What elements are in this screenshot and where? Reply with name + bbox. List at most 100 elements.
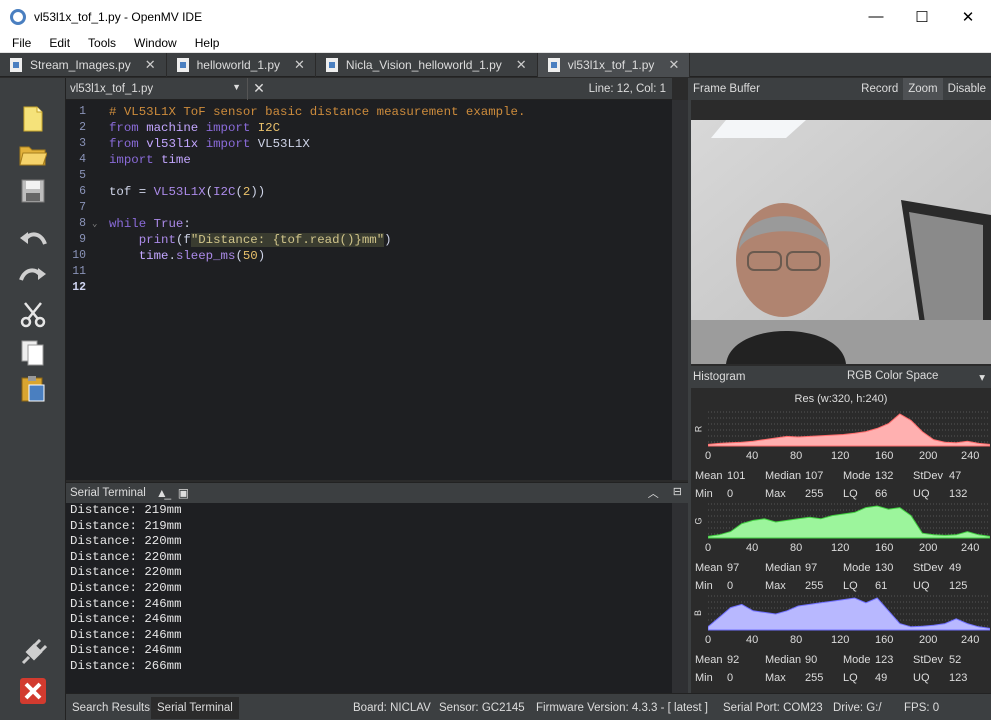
window-title: vl53l1x_tof_1.py - OpenMV IDE [34, 9, 203, 24]
histogram-area [708, 597, 990, 631]
tab-serial-terminal[interactable]: Serial Terminal [151, 697, 239, 719]
terminal-header: Serial Terminal ▲̲ ▣ ︿ ⊟ [66, 482, 688, 503]
tab-search-results[interactable]: Search Results [66, 697, 156, 719]
serial-port-info[interactable]: Serial Port: COM23 [723, 697, 823, 719]
status-bar: Search Results Serial Terminal Board: NI… [66, 693, 991, 720]
stat-value-lq: 61 [875, 580, 888, 592]
axis-tick-label: 120 [831, 450, 850, 462]
new-file-icon[interactable] [18, 104, 48, 134]
stat-value-max: 255 [805, 488, 824, 500]
python-file-icon [176, 58, 189, 72]
tab-vl53l1x[interactable]: vl53l1x_tof_1.py ✕ [537, 53, 691, 77]
redo-icon[interactable] [18, 262, 48, 292]
menu-window[interactable]: Window [128, 36, 183, 50]
open-folder-icon[interactable] [18, 140, 48, 170]
tab-helloworld[interactable]: helloworld_1.py ✕ [167, 53, 316, 77]
menu-tools[interactable]: Tools [82, 36, 122, 50]
stat-value-lq: 66 [875, 488, 888, 500]
colorspace-label: RGB Color Space [847, 370, 939, 382]
copy-icon[interactable] [18, 338, 48, 368]
cut-icon[interactable] [18, 300, 48, 330]
sensor-info[interactable]: Sensor: GC2145 [439, 697, 525, 719]
stat-value-mean: 101 [727, 470, 746, 482]
code-line: time.sleep_ms(50) [138, 249, 266, 263]
clear-terminal-icon[interactable]: ▲̲ [156, 486, 168, 500]
frame-buffer-view [691, 100, 991, 364]
python-file-icon [325, 58, 338, 72]
stop-icon[interactable] [18, 676, 48, 706]
stat-label-stdev: StDev [913, 470, 943, 482]
editor-scrollbar[interactable] [672, 100, 688, 480]
menu-help[interactable]: Help [189, 36, 226, 50]
stat-value-stdev: 49 [949, 562, 962, 574]
terminal-line: Distance: 246mm [70, 643, 182, 658]
tab-close-icon[interactable]: ✕ [668, 57, 679, 73]
stat-label-stdev: StDev [913, 562, 943, 574]
tab-label: helloworld_1.py [196, 58, 281, 72]
maximize-button[interactable]: ☐ [899, 0, 945, 33]
stat-value-median: 97 [805, 562, 818, 574]
undo-icon[interactable] [18, 226, 48, 256]
tab-close-icon[interactable]: ✕ [516, 57, 527, 73]
tab-close-icon[interactable]: ✕ [294, 57, 305, 73]
stat-label-mean: Mean [695, 562, 723, 574]
firmware-info[interactable]: Firmware Version: 4.3.3 - [ latest ] [536, 697, 708, 719]
chevron-up-icon[interactable]: ︿ [648, 485, 659, 501]
stat-value-stdev: 47 [949, 470, 962, 482]
code-line: # VL53L1X ToF sensor basic distance meas… [109, 105, 526, 119]
close-file-button[interactable]: ✕ [248, 80, 270, 97]
stat-value-lq: 49 [875, 672, 888, 684]
paste-icon[interactable] [18, 374, 48, 404]
tab-nicla-helloworld[interactable]: Nicla_Vision_helloworld_1.py ✕ [316, 53, 538, 77]
record-button[interactable]: Record [856, 78, 903, 100]
stat-value-max: 255 [805, 580, 824, 592]
disable-button[interactable]: Disable [943, 78, 991, 100]
tab-stream-images[interactable]: Stream_Images.py ✕ [0, 53, 167, 77]
histogram-header: Histogram RGB Color Space ▾ [691, 366, 991, 388]
tab-close-icon[interactable]: ✕ [145, 57, 156, 73]
fold-chevron-icon[interactable]: ⌄ [92, 216, 97, 232]
histogram-plot [708, 503, 990, 539]
stat-value-mean: 97 [727, 562, 740, 574]
axis-tick-label: 80 [790, 450, 803, 462]
stat-value-min: 0 [727, 488, 734, 500]
title-bar: vl53l1x_tof_1.py - OpenMV IDE — ☐ ✕ [0, 0, 991, 33]
line-number: 11 [72, 265, 86, 278]
save-icon[interactable] [18, 176, 48, 206]
python-file-icon [547, 58, 560, 72]
terminal-scrollbar[interactable] [672, 503, 688, 693]
frame-buffer-title: Frame Buffer [693, 83, 760, 95]
drive-info[interactable]: Drive: G:/ [833, 697, 882, 719]
terminal-line: Distance: 246mm [70, 596, 182, 611]
resolution-label: Res (w:320, h:240) [794, 393, 888, 405]
histogram-plot [708, 595, 990, 631]
file-selector-dropdown[interactable]: vl53l1x_tof_1.py ▼ [66, 77, 248, 100]
serial-terminal-output[interactable]: Distance: 219mm Distance: 219mm Distance… [66, 503, 672, 693]
stat-label-min: Min [695, 580, 713, 592]
line-number-gutter: 1 2 3 4 5 6 7 8 ⌄ 9 10 11 12 [66, 100, 106, 480]
code-line: tof = VL53L1X(I2C(2)) [109, 185, 266, 199]
code-line: from machine import I2C [109, 121, 281, 135]
connect-plug-icon[interactable] [18, 638, 48, 668]
axis-tick-label: 0 [705, 634, 712, 646]
menu-edit[interactable]: Edit [43, 36, 76, 50]
editor-header: vl53l1x_tof_1.py ▼ ✕ Line: 12, Col: 1 [66, 77, 672, 100]
close-window-button[interactable]: ✕ [945, 0, 991, 33]
board-info[interactable]: Board: NICLAV [353, 697, 431, 719]
stat-value-mode: 132 [875, 470, 894, 482]
save-terminal-icon[interactable]: ▣ [178, 486, 189, 500]
minimize-button[interactable]: — [853, 0, 899, 33]
stat-label-stdev: StDev [913, 654, 943, 666]
menu-file[interactable]: File [6, 36, 37, 50]
stat-label-uq: UQ [913, 580, 930, 592]
axis-tick-label: 40 [746, 542, 759, 554]
code-editor[interactable]: 1 2 3 4 5 6 7 8 ⌄ 9 10 11 12 # VL53L1X T… [66, 100, 672, 480]
openmv-logo-icon [10, 8, 26, 25]
colorspace-dropdown[interactable]: RGB Color Space ▾ [847, 370, 985, 384]
axis-tick-label: 120 [831, 542, 850, 554]
histogram-channel-g: G 0 40 80 120 160 200 240 Mean 97 Median 97 Mode 130 S… [691, 500, 991, 592]
zoom-button[interactable]: Zoom [903, 78, 943, 100]
stat-label-mean: Mean [695, 654, 723, 666]
terminal-line: Distance: 246mm [70, 612, 182, 627]
minimize-panel-icon[interactable]: ⊟ [673, 485, 682, 501]
